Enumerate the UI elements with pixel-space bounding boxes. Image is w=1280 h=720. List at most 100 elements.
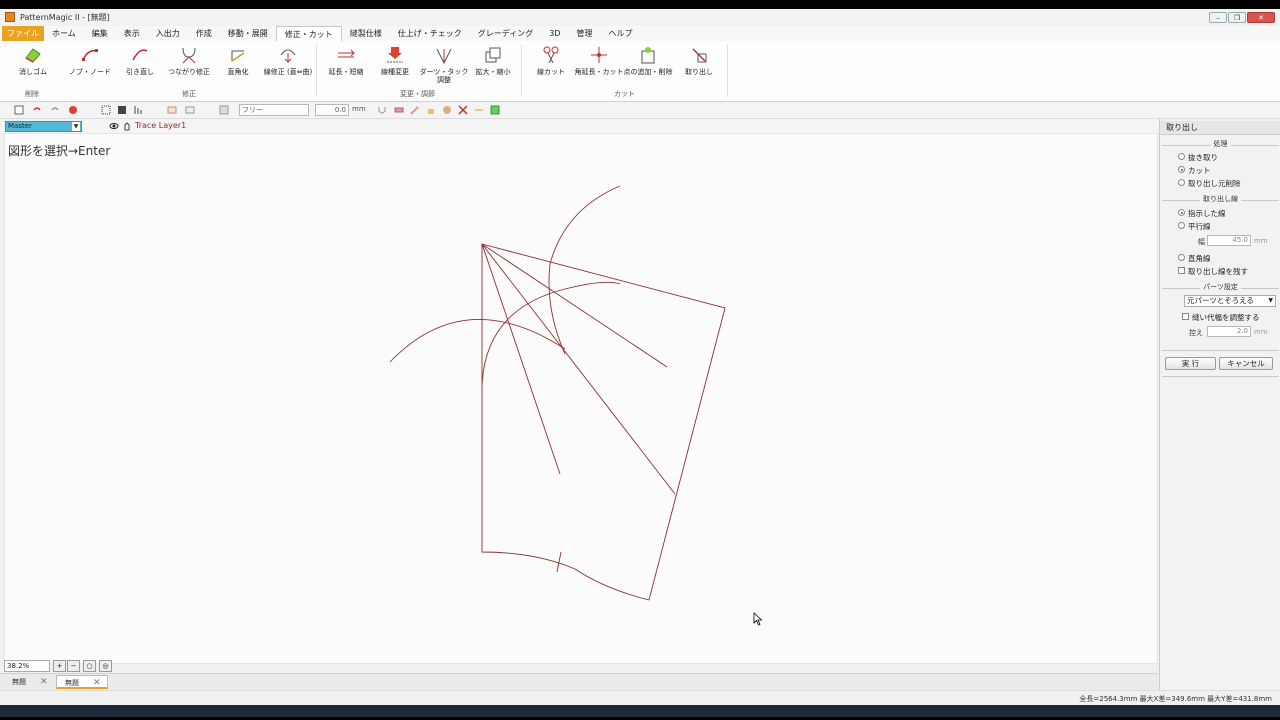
group-change-label: 変更・調節 — [400, 90, 435, 98]
connect-fix-icon — [182, 47, 196, 64]
align-icon[interactable] — [133, 105, 143, 115]
undo-icon[interactable] — [32, 105, 42, 115]
checkbox-adjust-seam[interactable]: 縫い代幅を調整する — [1182, 312, 1260, 323]
offset-input[interactable]: 0.0 — [315, 104, 349, 116]
execute-button[interactable]: 実 行 — [1165, 357, 1216, 370]
corner-cut-button[interactable]: 角延長・カット — [573, 45, 625, 76]
width-label: 幅 — [1198, 238, 1205, 246]
group-delete-label: 削除 — [25, 90, 39, 98]
eye-icon[interactable] — [109, 121, 119, 131]
extract-line-section-label: 取り出し線 — [1160, 194, 1280, 204]
radio-right-angle-line[interactable]: 直角線 — [1178, 253, 1211, 264]
document-tabs: 無題 ✕ 無題 ✕ — [0, 673, 1158, 691]
radio-extract[interactable]: 抜き取り — [1178, 152, 1218, 163]
point-add-icon — [641, 47, 655, 64]
radio-specified-line[interactable]: 指示した線 — [1178, 208, 1226, 219]
group-fix-label: 修正 — [182, 90, 196, 98]
extend-button[interactable]: 延長・短縮 — [320, 45, 372, 76]
radio-cut[interactable]: カット — [1178, 165, 1211, 176]
menu-edit[interactable]: 編集 — [84, 26, 116, 41]
straighten-button[interactable]: 直角化 — [212, 45, 264, 76]
ruler-icon[interactable] — [394, 105, 404, 115]
window-controls: – ❐ ✕ — [1209, 12, 1275, 23]
ruler-bar-icon[interactable] — [474, 105, 484, 115]
cross-icon[interactable] — [458, 105, 468, 115]
pattern-line — [481, 243, 561, 475]
close-icon[interactable]: ✕ — [93, 676, 101, 690]
close-icon[interactable]: ✕ — [40, 675, 48, 689]
node-label: ノブ・ノード — [69, 68, 111, 76]
menu-move[interactable]: 移動・展開 — [220, 26, 276, 41]
line-fix-icon — [280, 49, 296, 63]
dart-tuck-button[interactable]: ダーツ・タック調整 — [418, 45, 470, 84]
line-change-button[interactable]: 線種変更 — [369, 45, 421, 76]
point-add-button[interactable]: 点の追加・削除 — [622, 45, 674, 76]
menu-manage[interactable]: 管理 — [568, 26, 600, 41]
tab-document-1[interactable]: 無題 ✕ — [4, 675, 52, 689]
hand-icon[interactable] — [122, 121, 132, 131]
ribbon: 消しゴム ノブ・ノード 引き直し つながり修正 直角化 線修正 (直⇔曲) 延長… — [0, 41, 1280, 102]
fill-icon[interactable] — [490, 105, 500, 115]
menu-sewing[interactable]: 縫製仕様 — [342, 26, 390, 41]
redraw-label: 引き直し — [126, 68, 154, 76]
zoom-level-select[interactable]: 38.2% — [4, 660, 50, 672]
select-frame-icon[interactable] — [101, 105, 111, 115]
zoom-out-icon[interactable]: − — [67, 660, 80, 672]
magnet-icon[interactable] — [377, 105, 387, 115]
layer-up-icon[interactable] — [167, 105, 177, 115]
zoom-in-icon[interactable]: + — [53, 660, 66, 672]
hand-icon[interactable] — [442, 105, 452, 115]
pattern-drawing[interactable] — [5, 134, 1157, 663]
pattern-arc — [389, 319, 566, 363]
scale-button[interactable]: 拡大・縮小 — [467, 45, 519, 76]
pen-icon[interactable] — [410, 105, 420, 115]
process-section-label: 処理 — [1160, 139, 1280, 149]
radio-delete-source[interactable]: 取り出し元削除 — [1178, 178, 1241, 189]
extract-button[interactable]: 取り出し — [673, 45, 725, 76]
zoom-all-icon[interactable]: ◎ — [99, 660, 112, 672]
stop-icon[interactable] — [68, 105, 78, 115]
radio-parallel-line[interactable]: 平行線 — [1178, 221, 1211, 232]
new-icon[interactable] — [14, 105, 24, 115]
connect-fix-button[interactable]: つながり修正 — [163, 45, 215, 76]
select-all-icon[interactable] — [117, 105, 127, 115]
menu-help[interactable]: ヘルプ — [600, 26, 640, 41]
margin-input[interactable]: 2.0 — [1207, 326, 1251, 337]
redraw-button[interactable]: 引き直し — [114, 45, 166, 76]
maximize-button[interactable]: ❐ — [1228, 12, 1246, 23]
redo-icon[interactable] — [50, 105, 60, 115]
minimize-button[interactable]: – — [1209, 12, 1227, 23]
menu-grading[interactable]: グレーディング — [470, 26, 541, 41]
offset-unit: mm — [352, 105, 366, 113]
parts-select[interactable]: 元パーツとそろえる ▼ — [1184, 295, 1276, 307]
trace-layer-name[interactable]: Trace Layer1 — [135, 121, 186, 130]
close-button[interactable]: ✕ — [1247, 12, 1275, 23]
line-cut-button[interactable]: 線カット — [525, 45, 577, 76]
cancel-button[interactable]: キャンセル — [1219, 357, 1273, 370]
eraser-button[interactable]: 消しゴム — [7, 45, 59, 76]
menu-io[interactable]: 入出力 — [148, 26, 188, 41]
master-select[interactable]: Master ▼ — [5, 121, 82, 132]
menu-file[interactable]: ファイル — [2, 26, 44, 41]
line-fix-button[interactable]: 線修正 (直⇔曲) — [262, 45, 314, 76]
status-measurements: 全長=2564.3mm 最大X差=349.6mm 最大Y差=431.8mm — [1079, 695, 1272, 703]
line-type-select[interactable]: フリー — [239, 104, 309, 116]
mouse-cursor-icon — [753, 612, 763, 626]
menu-create[interactable]: 作成 — [188, 26, 220, 41]
drawing-canvas[interactable]: 図形を選択→Enter — [4, 133, 1158, 664]
property-panel: 取り出し 処理 抜き取り カット 取り出し元削除 取り出し線 指示した線 平行線… — [1159, 119, 1280, 690]
layer-down-icon[interactable] — [185, 105, 195, 115]
lock-icon[interactable] — [426, 105, 436, 115]
menu-view[interactable]: 表示 — [116, 26, 148, 41]
menu-fix-cut[interactable]: 修正・カット — [275, 25, 342, 42]
node-button[interactable]: ノブ・ノード — [64, 45, 116, 76]
tab-document-2[interactable]: 無題 ✕ — [56, 675, 108, 689]
menu-home[interactable]: ホーム — [44, 26, 84, 41]
scale-label: 拡大・縮小 — [475, 68, 511, 76]
grid-icon[interactable] — [219, 105, 229, 115]
width-input[interactable]: 45.0 — [1207, 235, 1251, 246]
checkbox-keep-line[interactable]: 取り出し線を残す — [1178, 266, 1248, 277]
menu-finish[interactable]: 仕上げ・チェック — [390, 26, 470, 41]
zoom-fit-icon[interactable]: ○ — [83, 660, 96, 672]
menu-3d[interactable]: 3D — [541, 26, 568, 41]
